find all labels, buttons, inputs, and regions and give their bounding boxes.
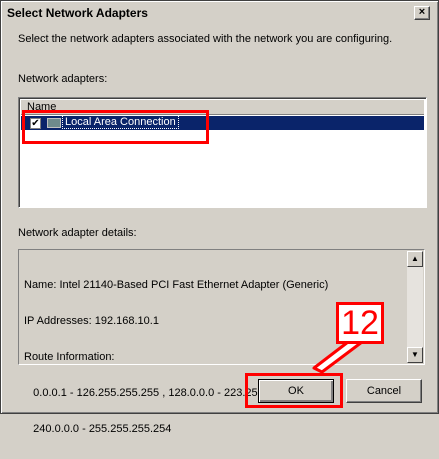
step-number-badge: 12 <box>336 302 384 344</box>
annotation-pointer <box>312 340 364 374</box>
detail-line-route-2: 240.0.0.0 - 255.255.255.254 <box>24 423 172 435</box>
pointer-arrow-shape <box>312 340 364 374</box>
